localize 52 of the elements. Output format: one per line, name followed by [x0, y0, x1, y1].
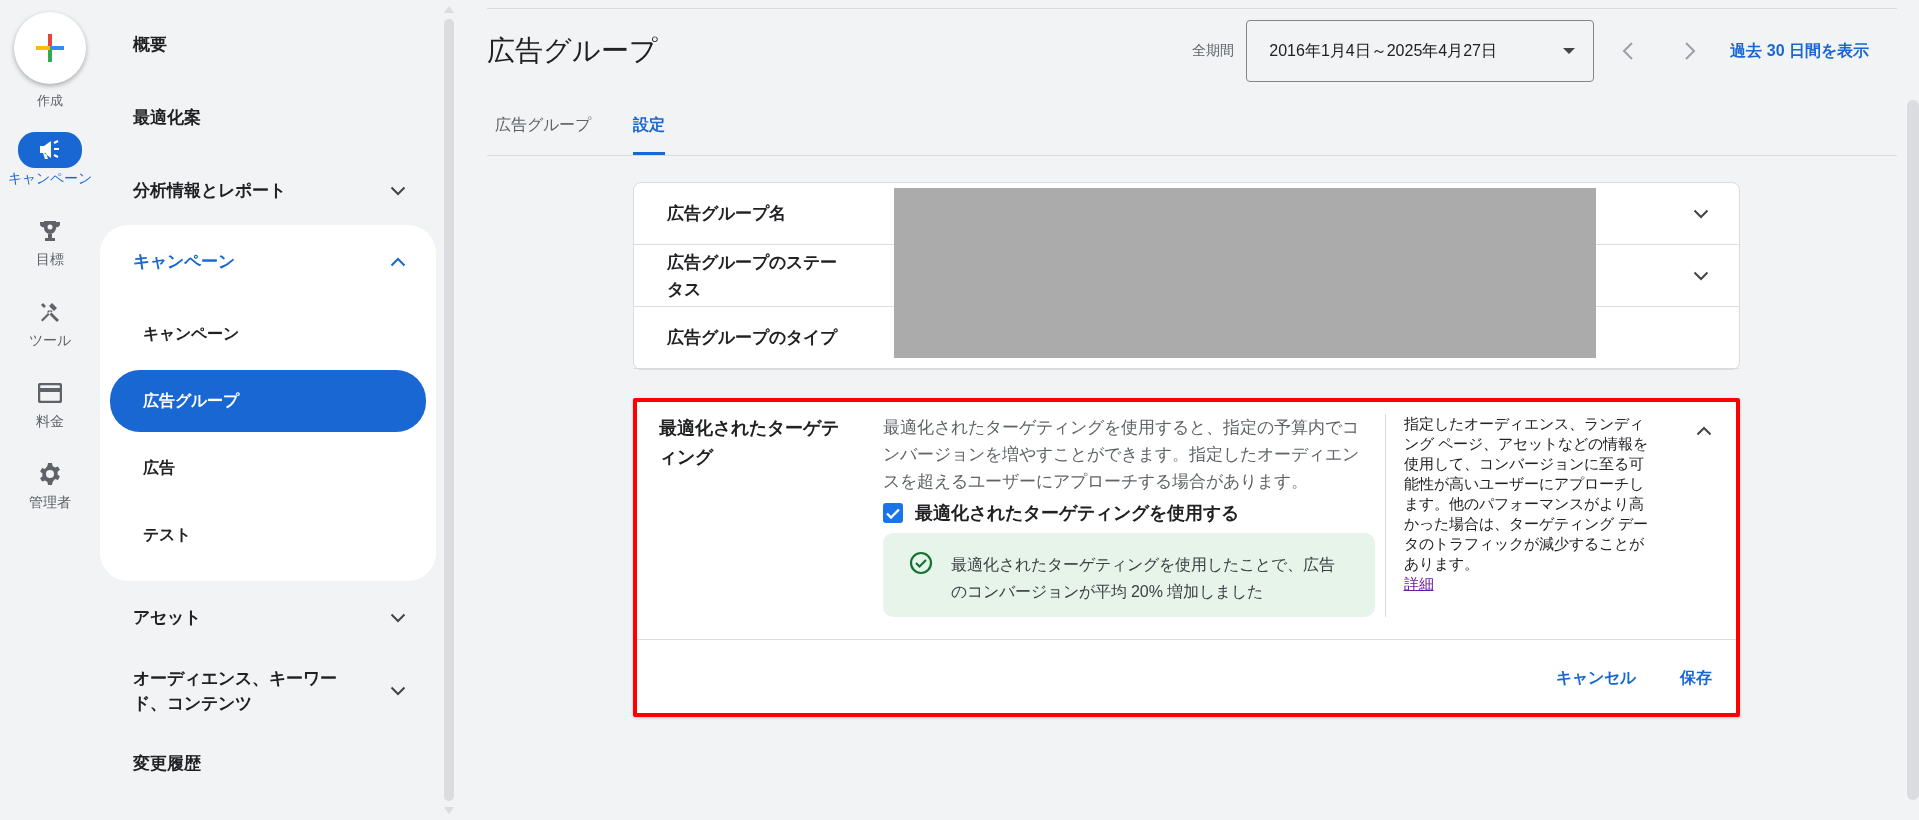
check-circle-icon — [908, 551, 933, 575]
chevron-up-icon — [1695, 426, 1712, 436]
nav-item[interactable]: 最適化案 — [100, 81, 436, 154]
plus-icon — [36, 34, 64, 62]
rail-item[interactable]: 管理者 — [0, 456, 100, 511]
setting-label: 広告グループのタイプ — [666, 327, 839, 349]
chevron-down-icon — [390, 612, 406, 623]
tab[interactable]: 広告グループ — [495, 101, 591, 155]
chevron-down-icon — [390, 185, 406, 196]
page-title: 広告グループ — [487, 34, 659, 68]
chevron-up-icon — [390, 256, 406, 267]
footer-button[interactable]: キャンセル — [1553, 664, 1638, 693]
chevron-down-icon — [390, 685, 406, 696]
tab[interactable]: 設定 — [633, 101, 665, 155]
dropdown-arrow-icon — [1563, 48, 1576, 54]
nav-subitem[interactable]: キャンペーン — [110, 303, 426, 365]
checkbox[interactable] — [882, 503, 903, 523]
period-label: 全期間 — [1192, 42, 1235, 60]
create-label: 作成 — [37, 92, 63, 110]
trophy-icon — [38, 219, 62, 243]
nav-group-header[interactable]: 分析情報とレポート — [100, 154, 436, 227]
rail-item[interactable]: 目標 — [0, 213, 100, 268]
setting-label: 最適化されたターゲティング — [658, 417, 840, 469]
setting-label: 広告グループ名 — [666, 203, 787, 225]
notice-text: 最適化されたターゲティングを使用したことで、広告のコンバージョンが平均 20% 増加しました — [950, 555, 1336, 602]
nav-subitem[interactable]: テスト — [110, 504, 426, 566]
help-text: 指定したオーディエンス、ランディング ページ、アセットなどの情報を使用して、コンバージョンに至る可能性が高いユーザーにアプローチします。他のパフォーマンスがより高かった場合は、ターゲティング データのトラフィックが減少することがあります。 — [1403, 415, 1649, 574]
settings-icon — [38, 462, 62, 486]
show-last-30-days-link[interactable]: 過去 30 日間を表示 — [1730, 40, 1869, 62]
setting-description: 最適化されたターゲティングを使用すると、指定の予算内でコンバージョンを増やすことができます。指定したオーディエンスを超えるユーザーにアプローチする場合があります。 — [882, 417, 1360, 493]
megaphone-icon — [38, 139, 62, 161]
nav-subitem[interactable]: 広告 — [110, 437, 426, 499]
checkbox-label: 最適化されたターゲティングを使用する — [914, 502, 1239, 525]
nav-item[interactable]: 概要 — [100, 8, 436, 81]
nav-group-header[interactable]: キャンペーン — [100, 225, 436, 298]
rail-item[interactable]: ツール — [0, 294, 100, 349]
date-range-dropdown[interactable]: 2016年1月4日～2025年4月27日 — [1246, 20, 1595, 82]
create-button[interactable] — [14, 12, 86, 84]
nav-group-header[interactable]: アセット — [100, 581, 436, 654]
nav-subitem[interactable]: 広告グループ — [110, 370, 426, 432]
footer-button[interactable]: 保存 — [1677, 664, 1714, 693]
chevron-left-icon[interactable] — [1622, 41, 1635, 61]
chevron-down-icon — [1692, 270, 1709, 281]
nav-group-header[interactable]: オーディエンス、キーワード、コンテンツ — [100, 654, 436, 727]
chevron-right-icon[interactable] — [1684, 41, 1697, 61]
learn-more-link[interactable]: 詳細 — [1403, 574, 1434, 594]
credit-card-icon — [38, 383, 62, 403]
chevron-down-icon — [1692, 208, 1709, 219]
setting-label: 広告グループのステータス — [666, 251, 838, 301]
rail-item[interactable]: 料金 — [0, 375, 100, 430]
rail-item[interactable]: キャンペーン — [0, 132, 100, 187]
nav-item[interactable]: 変更履歴 — [100, 727, 436, 800]
